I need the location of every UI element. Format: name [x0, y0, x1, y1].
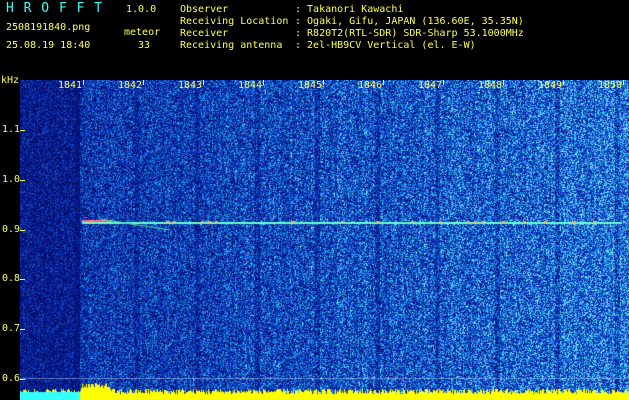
y-tick-label-0-8: 0.8: [2, 273, 21, 284]
x-tick-label-1849: 1849: [538, 80, 563, 91]
y-tick-label-1-0: 1.0: [2, 174, 21, 185]
x-tick: [143, 80, 144, 85]
x-tick-label-1850: 1850: [598, 80, 623, 91]
hrofft-window: H R O F F T 1.0.0 2508191840.png meteor …: [0, 0, 629, 400]
y-tick: [20, 329, 25, 330]
x-tick-label-1844: 1844: [238, 80, 263, 91]
x-tick: [443, 80, 444, 85]
x-tick: [503, 80, 504, 85]
x-tick-label-1843: 1843: [178, 80, 203, 91]
location-label: Receiving Location: [180, 16, 289, 27]
spectrogram-canvas: [20, 80, 629, 400]
x-tick: [623, 80, 624, 85]
x-tick-label-1845: 1845: [298, 80, 323, 91]
y-tick: [20, 230, 25, 231]
y-tick-label-0-6: 0.6: [2, 373, 21, 384]
x-tick: [383, 80, 384, 85]
x-tick: [563, 80, 564, 85]
x-tick: [83, 80, 84, 85]
x-tick: [203, 80, 204, 85]
antenna-value: : 2el-HB9CV Vertical (el. E-W): [295, 40, 476, 51]
location-value: : Ogaki, Gifu, JAPAN (136.60E, 35.35N): [295, 16, 524, 27]
y-tick-label-1-1: 1.1: [2, 124, 21, 135]
x-tick-label-1842: 1842: [118, 80, 143, 91]
app-version: 1.0.0: [126, 4, 157, 15]
file-name: 2508191840.png: [6, 22, 91, 33]
x-tick: [263, 80, 264, 85]
y-tick-label-0-7: 0.7: [2, 323, 21, 334]
x-tick-label-1846: 1846: [358, 80, 383, 91]
app-logo: H R O F F T: [6, 1, 104, 16]
x-tick: [323, 80, 324, 85]
observer-label: Observer: [180, 4, 229, 15]
y-tick: [20, 130, 25, 131]
x-tick-label-1847: 1847: [418, 80, 443, 91]
event-count: 33: [138, 40, 151, 51]
x-tick-label-1848: 1848: [478, 80, 503, 91]
x-tick-label-1841: 1841: [58, 80, 83, 91]
receiver-value: : R820T2(RTL-SDR) SDR-Sharp 53.1000MHz: [295, 28, 524, 39]
y-tick: [20, 379, 25, 380]
y-tick: [20, 180, 25, 181]
antenna-label: Receiving antenna: [180, 40, 283, 51]
y-tick: [20, 279, 25, 280]
y-axis-unit: kHz: [1, 75, 20, 86]
observer-value: : Takanori Kawachi: [295, 4, 404, 15]
date-time: 25.08.19 18:40: [6, 40, 91, 51]
y-tick-label-0-9: 0.9: [2, 224, 21, 235]
event-label: meteor: [124, 27, 161, 38]
receiver-label: Receiver: [180, 28, 229, 39]
